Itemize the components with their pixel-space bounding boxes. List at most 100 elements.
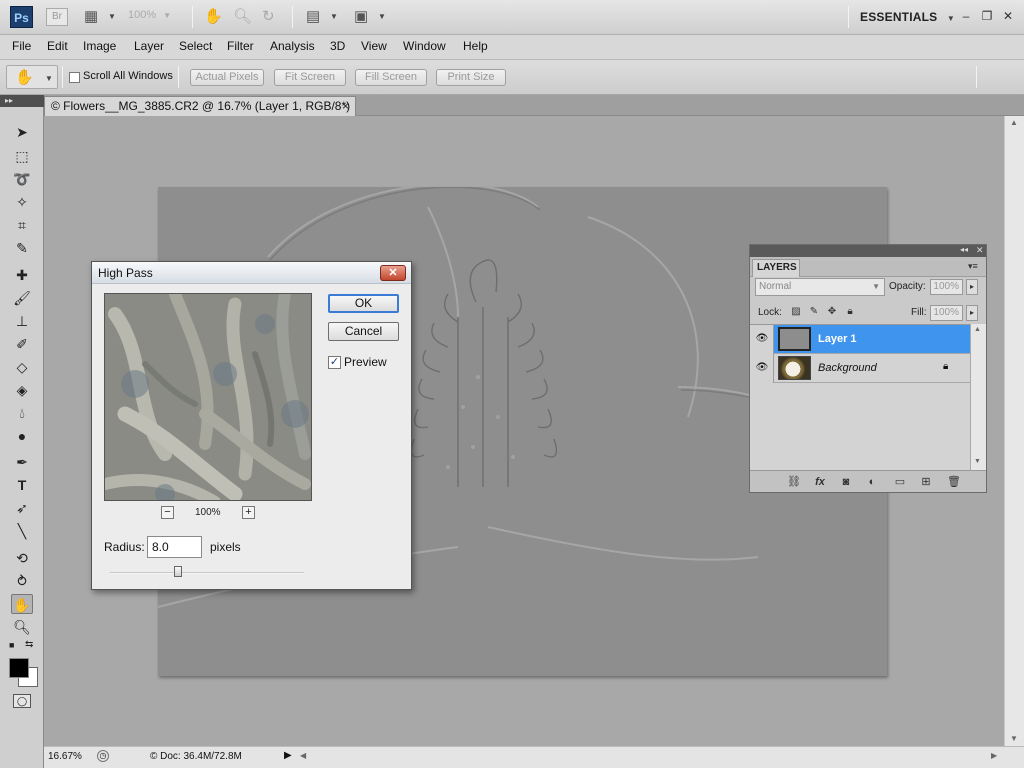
status-options-icon[interactable]: ◷	[97, 750, 109, 762]
fill-screen-button[interactable]: Fill Screen	[355, 69, 427, 86]
zoom-percentage[interactable]: 16.67%	[48, 751, 82, 762]
menu-file[interactable]: File	[12, 39, 31, 53]
chevron-down-icon[interactable]: ▼	[378, 12, 386, 21]
radius-input[interactable]: 8.0	[147, 536, 202, 558]
menu-image[interactable]: Image	[83, 39, 116, 53]
zoom-tool-icon[interactable]: 🔍︎	[233, 7, 252, 27]
ok-button[interactable]: OK	[328, 294, 399, 313]
tools-panel-header[interactable]: ▸▸	[0, 95, 44, 107]
opacity-input[interactable]: 100%	[930, 279, 963, 295]
close-icon[interactable]: ✕	[976, 245, 984, 256]
link-layers-icon[interactable]: ⛓	[786, 474, 802, 490]
workspace-switcher[interactable]: ESSENTIALS ▼	[860, 10, 955, 24]
blend-mode-select[interactable]: Normal ▼	[755, 278, 885, 296]
scroll-down-icon[interactable]: ▼	[1010, 734, 1018, 743]
move-tool-icon[interactable]: ➤	[11, 122, 33, 142]
dodge-tool-icon[interactable]: ●	[11, 426, 33, 446]
menu-select[interactable]: Select	[179, 39, 212, 53]
hand-tool-icon[interactable]: ✋	[11, 594, 33, 614]
menu-edit[interactable]: Edit	[47, 39, 68, 53]
layers-scrollbar[interactable]: ▲ ▼	[970, 324, 986, 470]
collapse-panel-icon[interactable]: ◂◂	[960, 245, 968, 254]
print-size-button[interactable]: Print Size	[436, 69, 506, 86]
history-brush-tool-icon[interactable]: ✐	[11, 334, 33, 354]
opacity-slider-arrow-icon[interactable]: ▸	[966, 279, 978, 295]
lasso-tool-icon[interactable]: ➰	[11, 169, 33, 189]
type-tool-icon[interactable]: T	[11, 475, 33, 495]
new-layer-icon[interactable]: ⊞	[918, 474, 934, 490]
minimize-button[interactable]: –	[959, 8, 973, 24]
panel-menu-icon[interactable]: ▾≡	[968, 261, 978, 272]
zoom-tool-icon[interactable]: 🔍︎	[11, 617, 33, 637]
menu-layer[interactable]: Layer	[134, 39, 164, 53]
menu-analysis[interactable]: Analysis	[270, 39, 315, 53]
default-colors-icon[interactable]: ■	[9, 640, 14, 650]
menu-help[interactable]: Help	[463, 39, 488, 53]
filter-preview-window[interactable]	[104, 293, 312, 501]
line-tool-icon[interactable]: ╲	[11, 521, 33, 541]
vertical-scrollbar[interactable]: ▲ ▼	[1004, 116, 1024, 746]
clone-stamp-tool-icon[interactable]: ⊥	[11, 311, 33, 331]
dialog-title-bar[interactable]: High Pass ✕	[92, 262, 411, 284]
foreground-color-swatch[interactable]	[9, 658, 29, 678]
scroll-up-icon[interactable]: ▲	[974, 326, 981, 333]
path-selection-tool-icon[interactable]: ➶	[11, 498, 33, 518]
screen-mode-icon[interactable]: ▣	[354, 7, 368, 27]
3d-orbit-tool-icon[interactable]: ⥁	[11, 571, 33, 591]
adjustment-layer-icon[interactable]: ◐	[864, 474, 880, 490]
pen-tool-icon[interactable]: ✒	[11, 452, 33, 472]
actual-pixels-button[interactable]: Actual Pixels	[190, 69, 264, 86]
scroll-all-windows-checkbox[interactable]	[69, 72, 80, 83]
radius-slider-track[interactable]	[110, 572, 304, 574]
layer-row-background[interactable]: 👁︎ Background 🔒︎	[750, 354, 970, 383]
new-group-icon[interactable]: ▭	[892, 474, 908, 490]
restore-button[interactable]: ❐	[980, 8, 994, 24]
paint-bucket-tool-icon[interactable]: ◈	[11, 380, 33, 400]
lock-position-icon[interactable]: ✥	[826, 306, 838, 318]
crop-tool-icon[interactable]: ⌗	[11, 215, 33, 235]
scroll-right-icon[interactable]: ▶	[991, 751, 997, 760]
radius-slider-thumb[interactable]	[174, 566, 182, 577]
rotate-view-icon[interactable]: ↻	[262, 7, 275, 27]
eyedropper-tool-icon[interactable]: ✎	[11, 238, 33, 258]
menu-3d[interactable]: 3D	[330, 39, 345, 53]
lock-all-icon[interactable]: 🔒︎	[844, 306, 856, 318]
zoom-level-select[interactable]: 100% ▼	[128, 9, 180, 26]
3d-rotate-tool-icon[interactable]: ⟲	[11, 548, 33, 568]
blur-tool-icon[interactable]: 💧︎	[11, 403, 33, 423]
visibility-cell[interactable]: 👁︎	[750, 354, 774, 383]
lock-image-pixels-icon[interactable]: ✎	[808, 306, 820, 318]
lock-transparent-pixels-icon[interactable]: ▨	[790, 306, 802, 318]
visibility-cell[interactable]: 👁︎	[750, 325, 774, 354]
brush-tool-icon[interactable]: 🖌︎	[11, 288, 33, 308]
scroll-down-icon[interactable]: ▼	[974, 458, 981, 465]
hand-tool-icon[interactable]: ✋	[204, 7, 223, 27]
delete-layer-icon[interactable]: 🗑︎	[946, 474, 962, 490]
quick-mask-icon[interactable]: ◯	[13, 694, 31, 708]
scroll-left-icon[interactable]: ◀	[300, 751, 306, 760]
healing-brush-tool-icon[interactable]: ✚	[11, 265, 33, 285]
eye-icon[interactable]: 👁︎	[755, 362, 769, 374]
chevron-down-icon[interactable]: ▼	[330, 12, 338, 21]
tab-layers[interactable]: LAYERS	[752, 259, 800, 277]
preview-checkbox[interactable]: ✓	[328, 356, 341, 369]
magic-wand-tool-icon[interactable]: ✧	[11, 192, 33, 212]
menu-view[interactable]: View	[361, 39, 387, 53]
swap-colors-icon[interactable]: ⇆	[25, 639, 33, 650]
zoom-in-button[interactable]: +	[242, 506, 255, 519]
scroll-up-icon[interactable]: ▲	[1010, 118, 1018, 127]
layer-style-icon[interactable]: fx	[812, 474, 828, 490]
fit-screen-button[interactable]: Fit Screen	[274, 69, 346, 86]
document-tab[interactable]: © Flowers__MG_3885.CR2 @ 16.7% (Layer 1,…	[44, 96, 356, 131]
status-menu-arrow-icon[interactable]: ▶	[284, 750, 292, 761]
zoom-out-button[interactable]: −	[161, 506, 174, 519]
tool-preset-picker[interactable]: ✋ ▼	[6, 65, 58, 89]
marquee-tool-icon[interactable]: ⬚	[11, 146, 33, 166]
arrange-documents-icon[interactable]: ▤	[306, 7, 320, 27]
eye-icon[interactable]: 👁︎	[755, 333, 769, 345]
menu-window[interactable]: Window	[403, 39, 446, 53]
eraser-tool-icon[interactable]: ◇	[11, 357, 33, 377]
view-extras-icon[interactable]: ▦	[84, 7, 98, 27]
chevron-down-icon[interactable]: ▼	[108, 12, 116, 21]
layer-mask-icon[interactable]: ◙	[838, 474, 854, 490]
